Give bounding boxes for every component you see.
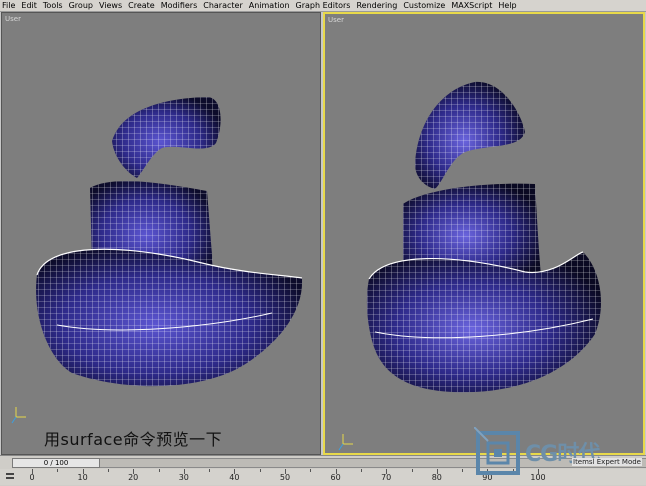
ruler-tick	[310, 469, 312, 472]
time-slider[interactable]: 0 / 100	[12, 458, 100, 468]
ruler-tick	[209, 469, 211, 472]
ruler-tick	[411, 469, 413, 472]
menu-item-help[interactable]: Help	[495, 0, 519, 11]
menu-item-maxscript[interactable]: MAXScript	[448, 0, 495, 11]
ruler-label: 10	[77, 473, 88, 482]
ruler-label: 40	[229, 473, 240, 482]
menu-item-edit[interactable]: Edit	[18, 0, 40, 11]
ruler-label: 80	[431, 473, 442, 482]
ruler-tick	[462, 469, 464, 472]
logo-subtext: Itemsl Expert Mode	[572, 458, 642, 466]
menu-item-customize[interactable]: Customize	[400, 0, 448, 11]
menu-item-rendering[interactable]: Rendering	[353, 0, 400, 11]
ruler-label: 100	[530, 473, 546, 482]
menu-item-group[interactable]: Group	[66, 0, 96, 11]
ruler-tick	[107, 469, 109, 472]
menu-item-animation[interactable]: Animation	[246, 0, 293, 11]
menu-bar: File Edit Tools Group Views Create Modifiers Ch…	[0, 0, 646, 12]
ruler-tick	[158, 469, 160, 472]
track-bar-ruler[interactable]: 0 10 20 30 40 50 60 70 80 90 100	[0, 469, 646, 485]
menu-item-tools[interactable]: Tools	[40, 0, 66, 11]
ruler-label: 60	[330, 473, 341, 482]
ruler-label: 30	[178, 473, 189, 482]
key-filter-icon[interactable]	[4, 470, 15, 482]
ruler-label: 70	[381, 473, 392, 482]
viewport-left[interactable]: User	[1, 12, 321, 455]
ruler-tick	[259, 469, 261, 472]
ruler-tick	[57, 469, 59, 472]
menu-item-graph-editors[interactable]: Graph Editors	[293, 0, 354, 11]
menu-item-create[interactable]: Create	[125, 0, 158, 11]
menu-item-file[interactable]: File	[0, 0, 18, 11]
ruler-label: 20	[128, 473, 139, 482]
ruler-tick	[360, 469, 362, 472]
ruler-label: 50	[279, 473, 291, 482]
axis-gizmo-icon	[11, 407, 26, 424]
ruler-label: 0	[29, 473, 35, 482]
viewport-right[interactable]: User	[323, 12, 645, 455]
axis-gizmo-icon	[338, 434, 353, 451]
menu-item-modifiers[interactable]: Modifiers	[158, 0, 201, 11]
cg-logo-icon	[474, 427, 520, 475]
menu-item-views[interactable]: Views	[96, 0, 125, 11]
viewport-left-model	[11, 97, 303, 424]
menu-item-character[interactable]: Character	[200, 0, 246, 11]
caption-text: 用surface命令预览一下	[44, 430, 223, 449]
viewport-right-model	[338, 81, 602, 451]
